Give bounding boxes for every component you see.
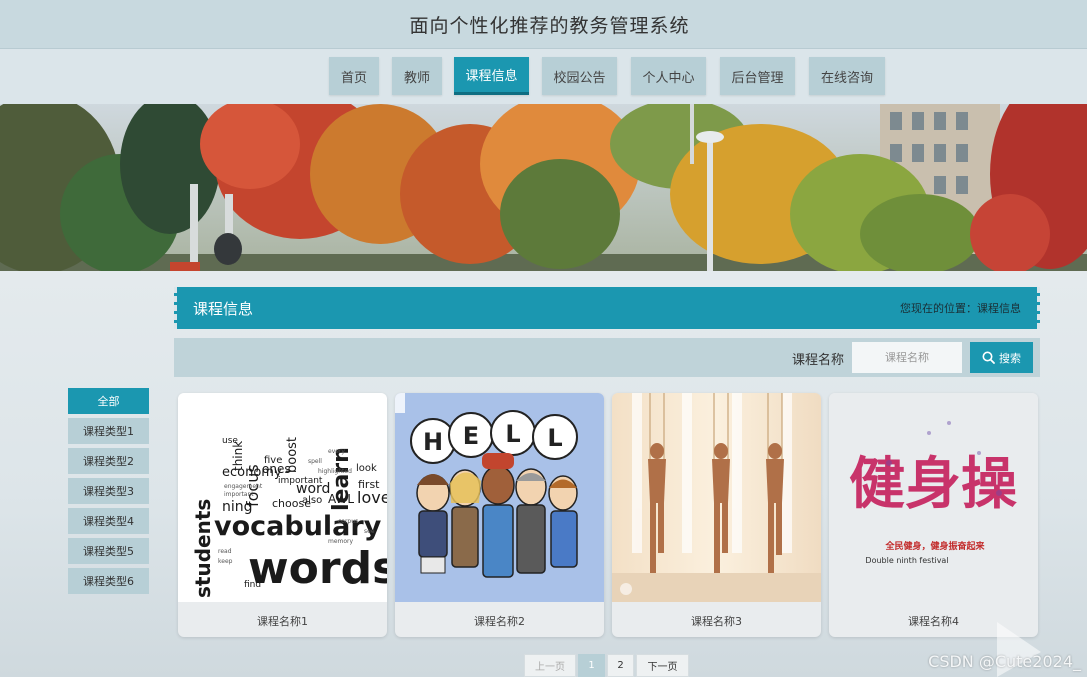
svg-text:engagement: engagement: [224, 483, 263, 490]
svg-text:ning: ning: [222, 499, 253, 515]
main-nav: 首页 教师 课程信息 校园公告 个人中心 后台管理 在线咨询: [0, 49, 1087, 104]
course-image-word-cloud: words vocabulary students economy learn …: [178, 393, 387, 602]
section-header: 课程信息 您现在的位置：课程信息: [174, 287, 1040, 329]
poster-subtitle: Double ninth festival: [865, 556, 948, 565]
svg-text:look: look: [356, 463, 377, 474]
svg-text:highlighted: highlighted: [318, 468, 352, 475]
svg-text:keep: keep: [218, 558, 233, 565]
category-type-1[interactable]: 课程类型1: [68, 418, 149, 444]
nav-item-personal-center[interactable]: 个人中心: [631, 57, 706, 95]
course-image-yoga: [612, 393, 821, 602]
site-header: 面向个性化推荐的教务管理系统: [0, 0, 1087, 49]
word-cloud-side: students: [191, 499, 215, 598]
svg-text:also: also: [302, 495, 322, 506]
category-type-5[interactable]: 课程类型5: [68, 538, 149, 564]
svg-text:see: see: [364, 528, 375, 535]
word-cloud-medium: vocabulary: [214, 511, 382, 542]
svg-text:ones: ones: [262, 462, 291, 476]
site-title: 面向个性化推荐的教务管理系统: [409, 14, 690, 37]
prev-page-button[interactable]: 上一页: [524, 654, 576, 677]
nav-item-home[interactable]: 首页: [329, 57, 379, 95]
campus-banner: [0, 104, 1087, 271]
course-card[interactable]: H E L L 课程名称2: [395, 393, 604, 637]
svg-text:AWL: AWL: [328, 492, 354, 506]
nav-item-admin[interactable]: 后台管理: [720, 57, 795, 95]
nav-item-course-info[interactable]: 课程信息: [454, 57, 529, 95]
poster-slogan: 全民健身，健身振奋起来: [884, 540, 985, 552]
search-label: 课程名称: [791, 353, 844, 368]
course-card[interactable]: 健身操 全民健身，健身振奋起来 Double ninth festival 课程…: [829, 393, 1038, 637]
nav-item-consultation[interactable]: 在线咨询: [809, 57, 885, 95]
search-input[interactable]: [852, 342, 962, 373]
nav-item-announcements[interactable]: 校园公告: [542, 57, 617, 95]
campus-banner-image: [0, 104, 1087, 271]
course-name: 课程名称1: [257, 615, 308, 628]
nav-item-teachers[interactable]: 教师: [392, 57, 442, 95]
svg-text:find: find: [244, 580, 261, 590]
category-type-3[interactable]: 课程类型3: [68, 478, 149, 504]
hello-letter-h: H: [423, 428, 443, 456]
csdn-watermark: CSDN @Cute2024_: [928, 652, 1081, 671]
course-card[interactable]: words vocabulary students economy learn …: [178, 393, 387, 637]
next-page-button[interactable]: 下一页: [636, 654, 689, 677]
svg-text:important: important: [224, 491, 254, 498]
course-card[interactable]: 课程名称3: [612, 393, 821, 637]
svg-text:corpus: corpus: [338, 518, 358, 525]
svg-text:read: read: [218, 548, 232, 555]
page-number-1[interactable]: 1: [578, 654, 605, 677]
course-name: 课程名称3: [691, 615, 742, 628]
category-all[interactable]: 全部: [68, 388, 149, 414]
course-name: 课程名称2: [474, 615, 525, 628]
svg-text:every: every: [328, 448, 345, 455]
course-image-hello-kids: H E L L: [395, 393, 604, 602]
category-type-6[interactable]: 课程类型6: [68, 568, 149, 594]
breadcrumb: 您现在的位置：课程信息: [900, 302, 1021, 315]
svg-text:important: important: [278, 476, 323, 486]
svg-text:memory: memory: [328, 538, 354, 545]
poster-calligraphy: 健身操: [849, 451, 1017, 517]
svg-text:first: first: [358, 478, 380, 491]
hello-letter-l2: L: [547, 424, 562, 452]
page: 面向个性化推荐的教务管理系统 首页 教师 课程信息 校园公告 个人中心 后台管理…: [0, 0, 1087, 677]
course-image-aerobics-poster: 健身操 全民健身，健身振奋起来 Double ninth festival: [829, 393, 1038, 602]
hello-letter-e: E: [463, 422, 479, 450]
category-type-4[interactable]: 课程类型4: [68, 508, 149, 534]
svg-text:think: think: [231, 441, 245, 471]
search-bar: 课程名称 搜索: [174, 338, 1040, 377]
word-cloud-large: words: [248, 543, 387, 594]
page-number-2[interactable]: 2: [607, 654, 634, 677]
search-icon: [982, 351, 995, 364]
category-type-2[interactable]: 课程类型2: [68, 448, 149, 474]
search-button[interactable]: 搜索: [970, 342, 1033, 373]
section-title: 课程信息: [193, 299, 254, 318]
svg-text:spell: spell: [308, 458, 322, 465]
search-button-label: 搜索: [999, 351, 1021, 365]
